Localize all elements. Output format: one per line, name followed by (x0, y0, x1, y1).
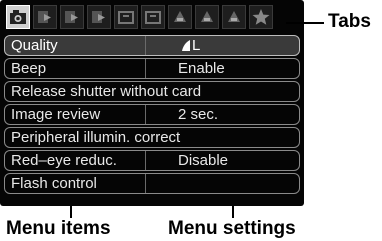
menu-item-label: Release shutter without card (11, 83, 202, 100)
menu-divider (145, 105, 146, 124)
my-menu-star-icon (252, 9, 270, 25)
setup-tab-1-icon (118, 11, 134, 24)
menu-settings-callout-label: Menu settings (168, 218, 296, 239)
tab-playback-3[interactable] (87, 5, 111, 29)
menu-divider (145, 36, 146, 55)
menu-items-callout-line (70, 206, 72, 218)
menu-item-image-review[interactable]: Image review 2 sec. (4, 104, 300, 125)
menu-divider (145, 151, 146, 170)
menu-divider (145, 174, 146, 193)
playback-tab-1-icon (38, 11, 51, 23)
menu-item-release-shutter-without-card[interactable]: Release shutter without card (4, 81, 300, 102)
camera-lcd-screen: Quality L Beep Enable Release shutter wi… (0, 0, 304, 206)
tab-shooting[interactable] (6, 5, 30, 29)
tab-playback-1[interactable] (33, 5, 57, 29)
menu-item-red-eye-reduc[interactable]: Red–eye reduc. Disable (4, 150, 300, 171)
menu-setting-value: 2 sec. (178, 106, 219, 123)
custom-function-tab-2-icon (201, 11, 213, 22)
menu-item-label: Flash control (11, 175, 97, 192)
menu-item-peripheral-illumin-correct[interactable]: Peripheral illumin. correct (4, 127, 300, 148)
menu-item-beep[interactable]: Beep Enable (4, 58, 300, 79)
menu-item-label: Red–eye reduc. (11, 152, 117, 169)
tab-custom-2[interactable] (195, 5, 219, 29)
custom-function-tab-3-icon (228, 11, 240, 22)
tab-setup-1[interactable] (114, 5, 138, 29)
menu-item-label: Peripheral illumin. correct (11, 129, 181, 146)
tabs-callout-line (286, 22, 324, 24)
menu-setting-value: Disable (178, 152, 229, 169)
menu-item-label: Image review (11, 106, 101, 123)
setup-tab-2-icon (145, 11, 161, 24)
tab-playback-2[interactable] (60, 5, 84, 29)
quality-value-text: L (192, 37, 201, 54)
menu-divider (145, 59, 146, 78)
custom-function-tab-1-icon (174, 11, 186, 22)
tab-my-menu[interactable] (249, 5, 273, 29)
menu-item-label: Beep (11, 60, 47, 77)
menu-list: Quality L Beep Enable Release shutter wi… (4, 35, 300, 196)
playback-tab-2-icon (65, 11, 78, 23)
camera-shooting-tab-icon (10, 10, 26, 24)
menu-items-callout-label: Menu items (6, 218, 111, 239)
quality-large-icon (182, 40, 190, 51)
menu-settings-callout-line (232, 206, 234, 218)
tabs-callout-label: Tabs (328, 11, 371, 32)
tab-bar (6, 5, 276, 31)
menu-item-flash-control[interactable]: Flash control (4, 173, 300, 194)
playback-tab-3-icon (92, 11, 105, 23)
tab-setup-2[interactable] (141, 5, 165, 29)
tab-custom-1[interactable] (168, 5, 192, 29)
menu-setting-value: Enable (178, 60, 225, 77)
menu-setting-value: L (181, 36, 200, 55)
menu-item-quality[interactable]: Quality L (4, 35, 300, 56)
tab-custom-3[interactable] (222, 5, 246, 29)
menu-item-label: Quality (11, 37, 58, 54)
